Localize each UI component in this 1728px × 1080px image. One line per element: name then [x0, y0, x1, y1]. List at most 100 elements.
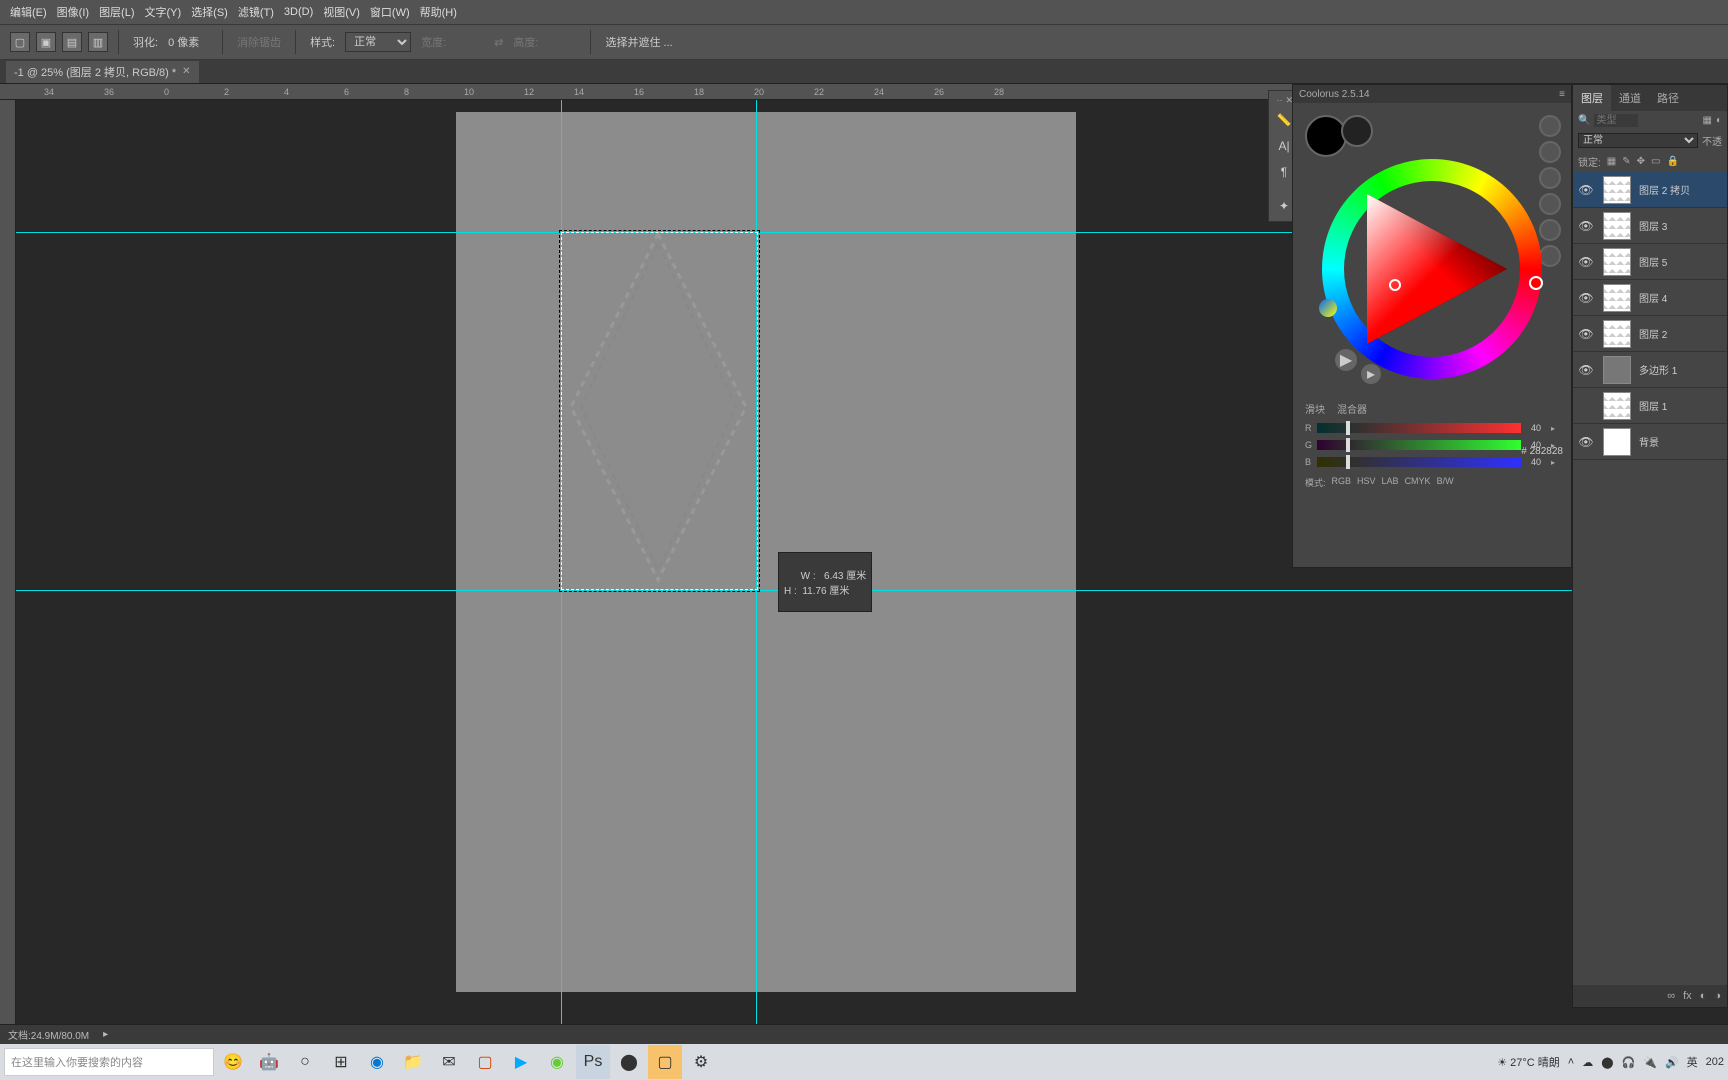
tab-channels[interactable]: 通道 — [1611, 85, 1649, 111]
mode-rgb[interactable]: RGB — [1332, 476, 1352, 489]
weather-widget[interactable]: ☀ 27°C 晴朗 — [1497, 1054, 1560, 1070]
fx-icon[interactable]: fx — [1683, 990, 1692, 1002]
panel-menu-icon[interactable]: ≡ — [1559, 89, 1565, 100]
volume-icon[interactable]: 🔊 — [1665, 1056, 1679, 1069]
layer-row[interactable]: 图层 1 — [1573, 388, 1727, 424]
vertical-ruler[interactable] — [0, 100, 16, 1044]
layer-row[interactable]: 👁图层 2 — [1573, 316, 1727, 352]
taskbar-app-icon[interactable]: 😊 — [216, 1045, 250, 1079]
visibility-icon[interactable]: 👁 — [1573, 327, 1599, 341]
tab-layers[interactable]: 图层 — [1573, 85, 1611, 111]
document-tab[interactable]: -1 @ 25% (图层 2 拷贝, RGB/8) * ✕ — [6, 61, 199, 83]
harmony-dot[interactable] — [1539, 167, 1561, 189]
settings-icon[interactable]: ⚙ — [684, 1045, 718, 1079]
lock-all-icon[interactable]: 🔒 — [1666, 156, 1678, 167]
mask-icon[interactable]: ◐ — [1700, 990, 1707, 1002]
refine-edge-button[interactable]: 选择并遮住 ... — [601, 34, 676, 50]
visibility-icon[interactable]: 👁 — [1573, 363, 1599, 377]
visibility-icon[interactable]: 👁 — [1573, 219, 1599, 233]
mail-icon[interactable]: ✉ — [432, 1045, 466, 1079]
cortana-icon[interactable]: ○ — [288, 1045, 322, 1079]
visibility-icon[interactable]: 👁 — [1573, 291, 1599, 305]
slider-r[interactable]: R 40▸ — [1305, 421, 1559, 435]
status-chevron-icon[interactable]: ▸ — [103, 1029, 108, 1040]
visibility-icon[interactable]: 👁 — [1573, 255, 1599, 269]
clock[interactable]: 202 — [1706, 1056, 1724, 1068]
menu-3d[interactable]: 3D(D) — [280, 4, 317, 20]
visibility-icon[interactable]: 👁 — [1573, 183, 1599, 197]
tray-icon[interactable]: 🎧 — [1622, 1056, 1636, 1069]
app-icon[interactable]: ⬤ — [612, 1045, 646, 1079]
layer-thumb[interactable] — [1603, 284, 1631, 312]
hue-marker[interactable] — [1529, 276, 1543, 290]
tab-paths[interactable]: 路径 — [1649, 85, 1687, 111]
lock-pixels-icon[interactable]: ▦ — [1607, 156, 1616, 167]
play-icon[interactable]: ▶ — [1335, 349, 1357, 371]
network-icon[interactable]: 🔌 — [1643, 1056, 1657, 1069]
ime-icon[interactable]: 英 — [1687, 1054, 1698, 1070]
harmony-dot[interactable] — [1539, 219, 1561, 241]
lock-artboard-icon[interactable]: ▭ — [1651, 156, 1660, 167]
layer-thumb[interactable] — [1603, 176, 1631, 204]
search-icon[interactable]: 🔍 — [1578, 115, 1590, 126]
close-tab-icon[interactable]: ✕ — [182, 66, 190, 77]
taskbar-search[interactable]: 在这里输入你要搜索的内容 — [4, 1048, 214, 1076]
swatch[interactable] — [1341, 115, 1373, 147]
mode-hsv[interactable]: HSV — [1357, 476, 1376, 489]
lock-brush-icon[interactable]: ✎ — [1622, 156, 1630, 167]
harmony-marker[interactable] — [1319, 299, 1337, 317]
layer-row[interactable]: 👁背景 — [1573, 424, 1727, 460]
layer-thumb[interactable] — [1603, 248, 1631, 276]
tray-icon[interactable]: ⬤ — [1601, 1056, 1613, 1069]
harmony-dot[interactable] — [1539, 245, 1561, 267]
sv-marker[interactable] — [1389, 279, 1401, 291]
filter-icon[interactable]: ▦ — [1703, 115, 1712, 126]
tray-icon[interactable]: ☁ — [1582, 1056, 1593, 1069]
menu-select[interactable]: 选择(S) — [187, 2, 232, 22]
taskbar-app-icon[interactable]: 🤖 — [252, 1045, 286, 1079]
app-icon[interactable]: ▶ — [504, 1045, 538, 1079]
slider-b[interactable]: B 40▸ — [1305, 455, 1559, 469]
feather-input[interactable] — [168, 33, 212, 51]
selection-add-icon[interactable]: ▣ — [36, 32, 56, 52]
adjustment-icon[interactable]: ◑ — [1714, 990, 1721, 1002]
layer-row[interactable]: 👁图层 2 拷贝 — [1573, 172, 1727, 208]
mode-bw[interactable]: B/W — [1437, 476, 1454, 489]
plus-icon[interactable]: ▸ — [1361, 364, 1381, 384]
collapse-icon[interactable]: ·· — [1276, 95, 1282, 105]
mixer-tab[interactable]: 混合器 — [1337, 401, 1367, 416]
layer-filter-input[interactable] — [1594, 114, 1638, 127]
layer-row[interactable]: 👁图层 4 — [1573, 280, 1727, 316]
menu-filter[interactable]: 滤镜(T) — [234, 2, 278, 22]
blend-mode-select[interactable]: 正常 — [1578, 133, 1698, 148]
harmony-dot[interactable] — [1539, 141, 1561, 163]
lock-position-icon[interactable]: ✥ — [1637, 156, 1645, 167]
app-icon[interactable]: ◉ — [540, 1045, 574, 1079]
task-view-icon[interactable]: ⊞ — [324, 1045, 358, 1079]
layer-row[interactable]: 👁图层 5 — [1573, 244, 1727, 280]
selection-new-icon[interactable]: ▢ — [10, 32, 30, 52]
style-select[interactable]: 正常 — [345, 32, 411, 52]
menu-type[interactable]: 文字(Y) — [141, 2, 186, 22]
harmony-dot[interactable] — [1539, 193, 1561, 215]
visibility-icon[interactable]: 👁 — [1573, 435, 1599, 449]
layer-thumb[interactable] — [1603, 356, 1631, 384]
slider-g[interactable]: G 40▸ — [1305, 438, 1559, 452]
edge-icon[interactable]: ◉ — [360, 1045, 394, 1079]
menu-help[interactable]: 帮助(H) — [416, 2, 461, 22]
doc-size[interactable]: 文档:24.9M/80.0M — [8, 1027, 89, 1042]
tray-chevron-icon[interactable]: ˄ — [1568, 1056, 1574, 1068]
mode-lab[interactable]: LAB — [1382, 476, 1399, 489]
layer-row[interactable]: 👁多边形 1 — [1573, 352, 1727, 388]
harmony-dot[interactable] — [1539, 115, 1561, 137]
explorer-icon[interactable]: 📁 — [396, 1045, 430, 1079]
photoshop-icon[interactable]: Ps — [576, 1045, 610, 1079]
layer-thumb[interactable] — [1603, 392, 1631, 420]
layer-thumb[interactable] — [1603, 320, 1631, 348]
layer-thumb[interactable] — [1603, 428, 1631, 456]
layer-thumb[interactable] — [1603, 212, 1631, 240]
layer-row[interactable]: 👁图层 3 — [1573, 208, 1727, 244]
link-icon[interactable]: ∞ — [1667, 990, 1675, 1002]
menu-edit[interactable]: 编辑(E) — [6, 2, 51, 22]
menu-view[interactable]: 视图(V) — [319, 2, 364, 22]
